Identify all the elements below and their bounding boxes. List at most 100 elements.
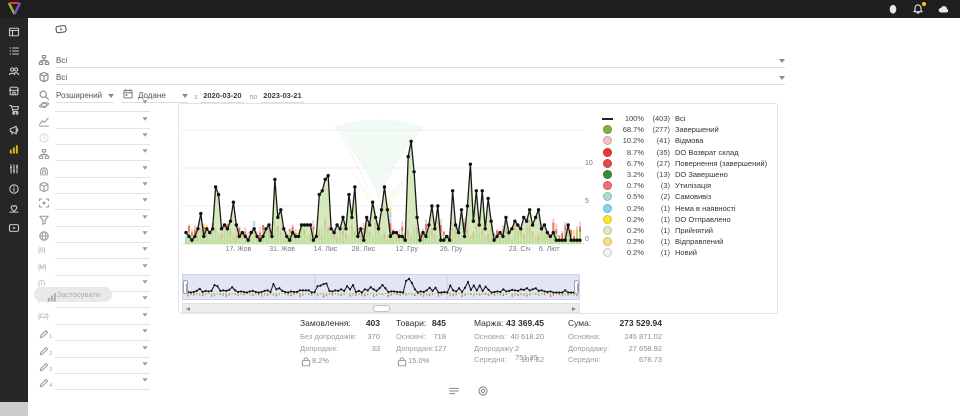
legend-item[interactable]: 3.2%(13)DO Завершено (603, 169, 767, 180)
legend-item[interactable]: 6.7%(27)Повернення (завершений) (603, 158, 767, 169)
filter-select[interactable] (55, 362, 150, 374)
filter-select[interactable] (55, 166, 150, 178)
legend-item[interactable]: 100%(403)Всі (603, 113, 767, 124)
x-tick-label: 28. Лис (351, 246, 375, 253)
braces-icon: {S} (38, 246, 49, 257)
legend-item[interactable]: 0.2%(1)Прийнятий (603, 225, 767, 236)
filter-select[interactable] (55, 117, 150, 129)
x-tick-label: 12. Гру (395, 246, 417, 253)
legend-count: (2) (644, 192, 670, 201)
filter-select[interactable] (55, 231, 150, 243)
sidebar-item-marketing[interactable] (0, 120, 28, 140)
filter-select[interactable] (55, 100, 150, 112)
legend-item[interactable]: 10.2%(41)Відмова (603, 135, 767, 146)
legend-percent: 6.7% (612, 159, 644, 168)
date-from-value: 2020-03-20 (201, 91, 243, 102)
megaphone-icon (8, 124, 20, 136)
legend-label: Утилізація (675, 181, 711, 190)
legend-label: Відмова (675, 136, 703, 145)
filter-select[interactable] (55, 149, 150, 161)
stat-sub-label: Середня: (568, 355, 600, 367)
legend-item[interactable]: 0.2%(1)Відправлений (603, 236, 767, 247)
filter-panel-row (28, 96, 165, 112)
filter-select[interactable] (55, 378, 150, 390)
filter-select[interactable] (55, 247, 150, 259)
legend-item[interactable]: 0.2%(1)Новий (603, 247, 767, 258)
chart-navigator[interactable] (182, 274, 580, 300)
stat-value: 403 (366, 318, 380, 332)
date-to-value: 2023-03-21 (261, 91, 303, 102)
navigator-handle-left[interactable] (183, 280, 188, 294)
notification-badge (921, 1, 927, 7)
x-tick-label: 23. Січ (509, 246, 531, 253)
sidebar-item-orders[interactable] (0, 42, 28, 62)
cloud-icon[interactable] (937, 3, 950, 16)
navigator-handle-right[interactable] (574, 280, 579, 294)
sitemap-icon (38, 54, 51, 67)
legend-count: (1) (644, 204, 670, 213)
chevron-down-icon (142, 166, 147, 169)
stat-sub-value: 27 658.92 (629, 344, 662, 356)
sidebar-item-analytics[interactable] (0, 140, 28, 160)
product-select[interactable]: Всі (56, 73, 785, 85)
basket-icon (300, 356, 309, 365)
x-tick-label: 26. Гру (440, 246, 462, 253)
legend-percent: 0.2% (612, 237, 644, 246)
app-logo-icon[interactable] (7, 2, 22, 16)
bell-icon[interactable] (912, 3, 925, 16)
sidebar-item-loyalty[interactable] (0, 198, 28, 218)
sidebar-item-store[interactable] (0, 81, 28, 101)
legend-item[interactable]: 0.5%(2)Самовивіз (603, 191, 767, 202)
legend-percent: 100% (612, 114, 644, 123)
product-select-value: Всі (56, 73, 67, 84)
date-to-input[interactable]: 2023-03-21 (261, 91, 303, 103)
sidebar-item-settings[interactable] (0, 159, 28, 179)
orders-timeline-chart[interactable] (182, 106, 584, 258)
filter-select[interactable] (55, 264, 150, 276)
category-select[interactable]: Всі (56, 56, 785, 68)
scroll-right-icon[interactable] (572, 307, 576, 311)
stat-sub-label: Допродажу: (568, 344, 609, 356)
legend-dot-marker (603, 237, 612, 246)
chart-scrollbar[interactable] (182, 303, 580, 313)
legend-item[interactable]: 0.7%(3)Утилізація (603, 180, 767, 191)
sidebar-item-video[interactable] (0, 218, 28, 238)
stat-sub-value: 718 (433, 332, 446, 344)
legend-item[interactable]: 8.7%(35)DO Возврат склад (603, 147, 767, 158)
sidebar-item-supply[interactable] (0, 100, 28, 120)
basket-icon (396, 356, 405, 365)
braces-icon: {M} (38, 263, 49, 274)
legend-count: (1) (644, 237, 670, 246)
legend-percent: 0.2% (612, 215, 644, 224)
sidebar-item-info[interactable] (0, 179, 28, 199)
legend-count: (1) (644, 226, 670, 235)
legend-dot-marker (603, 204, 612, 213)
chevron-down-icon (779, 59, 785, 63)
legend-percent: 0.2% (612, 226, 644, 235)
legend-percent: 0.7% (612, 181, 644, 190)
avatar-icon[interactable] (887, 3, 900, 16)
filter-select[interactable] (55, 346, 150, 358)
topbar (0, 0, 960, 18)
apply-button[interactable]: Застосувати (34, 287, 112, 302)
stat-value: 845 (432, 318, 446, 332)
stat-sub-value: 2 751.25 (515, 344, 544, 356)
legend-item[interactable]: 0.2%(1)DO Отправлено (603, 214, 767, 225)
list-view-icon[interactable] (448, 385, 459, 396)
filter-select[interactable] (55, 198, 150, 210)
filter-select[interactable] (55, 329, 150, 341)
filter-select[interactable] (55, 182, 150, 194)
scroll-left-icon[interactable] (186, 307, 190, 311)
filter-select[interactable] (55, 133, 150, 145)
sidebar-item-dashboard[interactable] (0, 22, 28, 42)
legend-item[interactable]: 68.7%(277)Завершений (603, 124, 767, 135)
source-channel-icon[interactable] (55, 23, 75, 40)
filter-select[interactable] (55, 313, 150, 325)
legend-item[interactable]: 0.2%(1)Нема в наявності (603, 203, 767, 214)
stat-sub-value: 107.62 (521, 355, 544, 367)
scrollbar-thumb[interactable] (373, 305, 390, 312)
donut-view-icon[interactable] (477, 385, 488, 396)
filter-select[interactable] (55, 215, 150, 227)
sidebar-item-customers[interactable] (0, 61, 28, 81)
date-from-input[interactable]: 2020-03-20 (201, 91, 243, 103)
